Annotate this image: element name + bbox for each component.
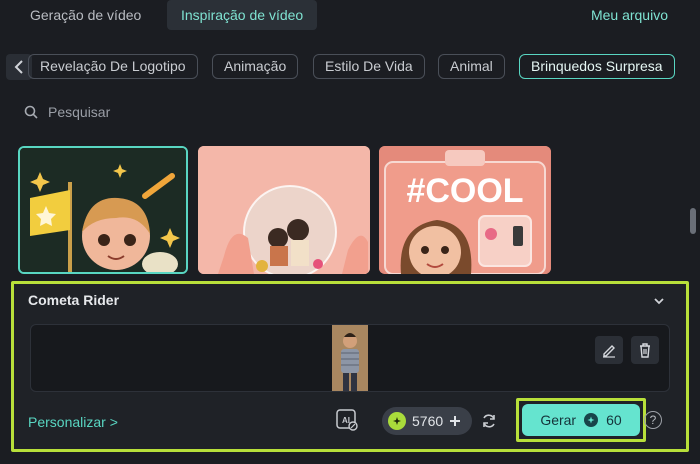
pencil-icon [603,345,615,358]
search-placeholder: Pesquisar [48,104,111,120]
media-preview-area[interactable] [30,324,670,392]
generate-cost: 60 [606,412,622,428]
search-field[interactable]: Pesquisar [24,100,110,124]
template-thumbnail-1[interactable] [18,146,188,274]
trash-icon [640,343,650,358]
credit-amount: 5760 [412,413,444,429]
chevron-left-icon [14,60,23,74]
generate-button-highlight: Gerar 60 [516,398,646,442]
effect-panel: Cometa Rider Personalizar > AI 5760 Gera… [11,281,689,452]
ai-icon: AI [336,409,358,431]
panel-title: Cometa Rider [28,292,120,308]
customize-link[interactable]: Personalizar > [28,414,118,430]
my-file-link[interactable]: Meu arquivo [591,0,668,30]
refresh-button[interactable] [480,412,498,430]
cartoon-kid-flag-image [20,148,186,272]
tab-video-generation[interactable]: Geração de vídeo [30,0,141,30]
collapse-button[interactable] [652,294,666,308]
help-button[interactable]: ? [644,411,662,429]
chip-lifestyle[interactable]: Estilo De Vida [313,54,425,79]
template-thumbnail-2[interactable] [198,146,370,274]
template-thumbnail-3[interactable]: #COOL [379,146,551,274]
credit-coin-icon [388,412,406,430]
cool-toy-box-image: #COOL [379,146,551,274]
generate-label: Gerar [540,412,577,428]
tab-video-inspiration[interactable]: Inspiração de vídeo [167,0,318,30]
question-mark-icon: ? [649,413,657,427]
delete-button[interactable] [631,336,659,364]
ai-feature-button[interactable]: AI [334,407,360,433]
svg-text:AI: AI [342,416,350,425]
generate-cost-coin-icon [584,413,599,427]
category-chips: Revelação De Logotipo Animação Estilo De… [0,54,700,80]
chip-surprise-toys[interactable]: Brinquedos Surpresa [519,54,675,79]
edit-button[interactable] [595,336,623,364]
chip-animal[interactable]: Animal [438,54,505,79]
generate-button[interactable]: Gerar 60 [522,404,640,436]
plus-icon [450,416,461,426]
chip-logo-reveal[interactable]: Revelação De Logotipo [28,54,198,79]
refresh-icon [483,414,495,428]
person-photo-image [332,325,368,391]
chevron-down-icon [654,298,664,305]
scrollbar-thumb[interactable] [690,208,696,234]
top-tab-bar: Geração de vídeo Inspiração de vídeo Meu… [0,0,700,34]
credit-balance[interactable]: 5760 [382,407,472,435]
chip-animation[interactable]: Animação [212,54,299,79]
cool-text: #COOL [406,172,523,210]
uploaded-photo-thumbnail[interactable] [332,325,368,391]
snow-globe-image [198,146,370,274]
search-icon [24,105,38,119]
